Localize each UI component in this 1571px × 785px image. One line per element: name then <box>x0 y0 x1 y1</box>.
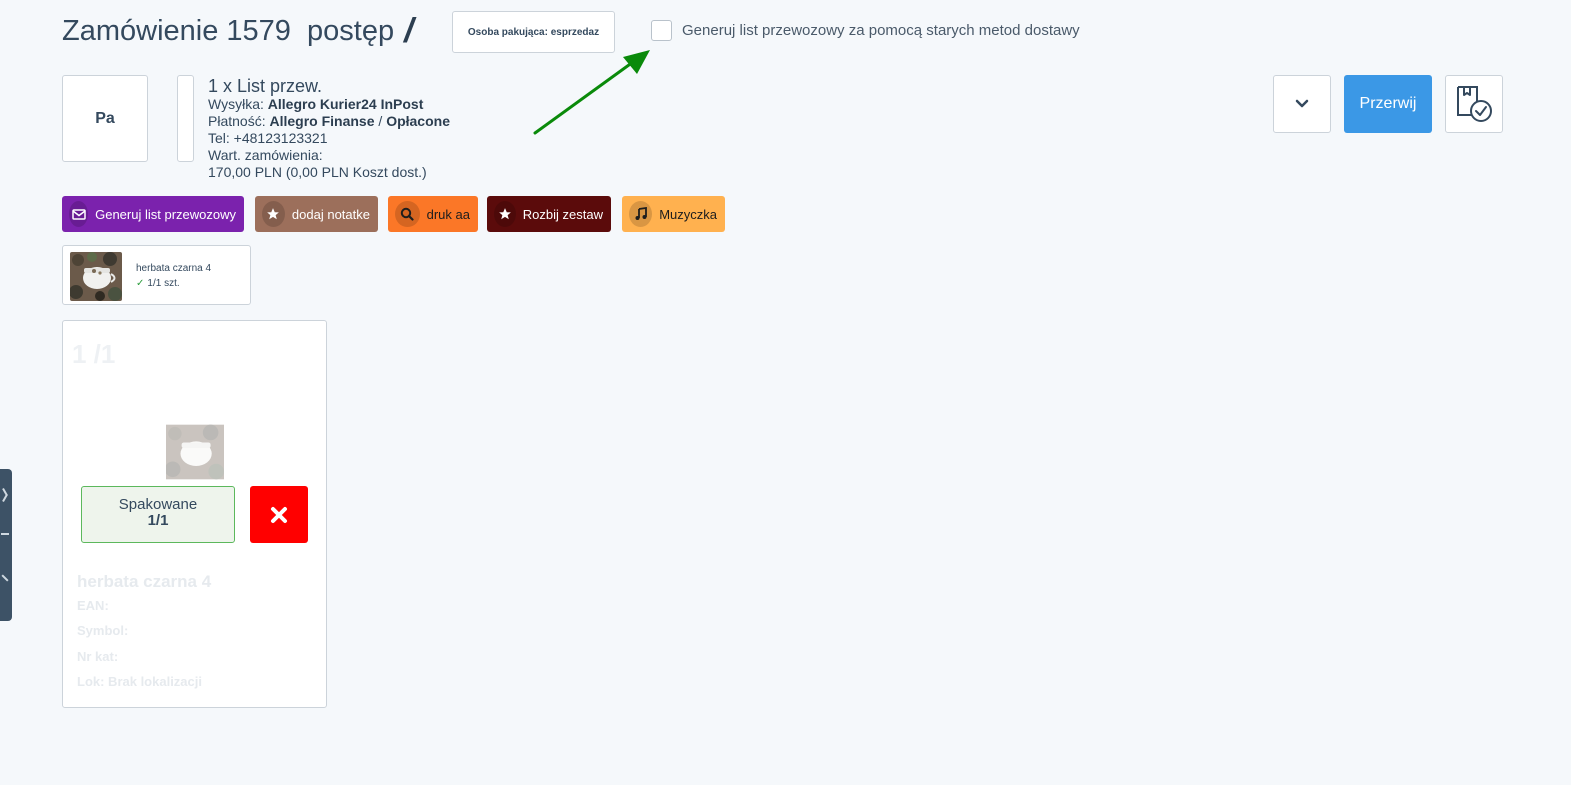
product-summary-card[interactable]: herbata czarna 4 ✓ 1/1 szt. <box>62 245 251 305</box>
product-catalog-number: Nr kat: <box>77 649 119 664</box>
packed-count: 1/1 <box>147 512 169 529</box>
shipping-line: Wysyłka: Allegro Kurier24 InPost <box>208 96 450 113</box>
shipment-title: 1 x List przew. <box>208 76 323 96</box>
order-info: 1 x List przew. Wysyłka: Allegro Kurier2… <box>208 76 450 181</box>
payment-status: Opłacone <box>386 113 450 129</box>
generate-label-button[interactable]: Generuj list przewozowy <box>62 196 244 232</box>
old-methods-checkbox[interactable] <box>651 20 672 41</box>
product-thumbnail <box>70 252 122 301</box>
product-location: Lok: Brak lokalizacji <box>77 674 202 689</box>
product-symbol: Symbol: <box>77 623 129 638</box>
product-card-name: herbata czarna 4 <box>77 572 212 591</box>
packed-label: Spakowane <box>118 496 198 513</box>
print-aa-button[interactable]: druk aa <box>388 196 478 232</box>
generate-label-text: Generuj list przewozowy <box>95 206 236 222</box>
order-note-box <box>177 75 194 162</box>
star-icon <box>494 201 516 227</box>
add-note-text: dodaj notatke <box>291 206 370 222</box>
print-aa-text: druk aa <box>426 206 470 222</box>
page-title: Zamówienie 1579 postęp / <box>62 12 414 51</box>
order-value-label: Wart. zamówienia: <box>208 147 323 163</box>
product-summary-qty-text: 1/1 szt. <box>147 278 180 289</box>
product-image <box>166 423 224 481</box>
payment-line: Płatność: Allegro Finanse / Opłacone <box>208 113 450 130</box>
product-card: 1 /1 Spakowane 1/1 herbata czarna 4 EAN:… <box>62 320 327 708</box>
side-panel-tab[interactable] <box>0 469 12 621</box>
shipping-label: Wysyłka: <box>208 96 264 112</box>
music-text: Muzyczka <box>659 206 717 222</box>
packed-button[interactable]: Spakowane 1/1 <box>81 486 235 543</box>
star-icon <box>262 201 285 227</box>
product-summary-qty: ✓ 1/1 szt. <box>136 278 180 289</box>
pack-confirm-button[interactable] <box>1445 75 1503 133</box>
shipping-value: Allegro Kurier24 InPost <box>267 96 424 112</box>
phone: Tel: +48123123321 <box>208 130 328 146</box>
annotation-arrow <box>533 50 650 135</box>
page-title-text: Zamówienie 1579 postęp <box>62 15 395 47</box>
dropdown-button[interactable] <box>1273 75 1331 133</box>
stop-button[interactable]: Przerwij <box>1344 75 1432 133</box>
search-icon <box>395 201 420 227</box>
payment-label: Płatność: <box>208 113 266 129</box>
split-set-button[interactable]: Rozbij zestaw <box>487 196 611 232</box>
title-slash: / <box>404 12 414 50</box>
old-methods-checkbox-label[interactable]: Generuj list przewozowy za pomocą staryc… <box>682 22 1080 39</box>
music-button[interactable]: Muzyczka <box>622 196 725 232</box>
pa-box[interactable]: Pa <box>62 75 148 162</box>
package-check-icon <box>1457 86 1492 122</box>
split-set-text: Rozbij zestaw <box>522 206 603 222</box>
chevron-down-icon <box>1295 99 1309 108</box>
payment-provider: Allegro Finanse <box>269 113 375 129</box>
item-counter: 1 /1 <box>72 339 116 369</box>
product-ean: EAN: <box>77 598 109 613</box>
order-value: 170,00 PLN (0,00 PLN Koszt dost.) <box>208 164 427 180</box>
envelope-icon <box>69 201 89 227</box>
product-summary-name: herbata czarna 4 <box>136 263 212 274</box>
check-icon: ✓ <box>136 278 145 289</box>
close-icon <box>271 506 287 523</box>
music-note-icon <box>629 201 653 227</box>
payment-separator: / <box>378 113 383 129</box>
add-note-button[interactable]: dodaj notatke <box>255 196 378 232</box>
remove-button[interactable] <box>250 486 308 543</box>
